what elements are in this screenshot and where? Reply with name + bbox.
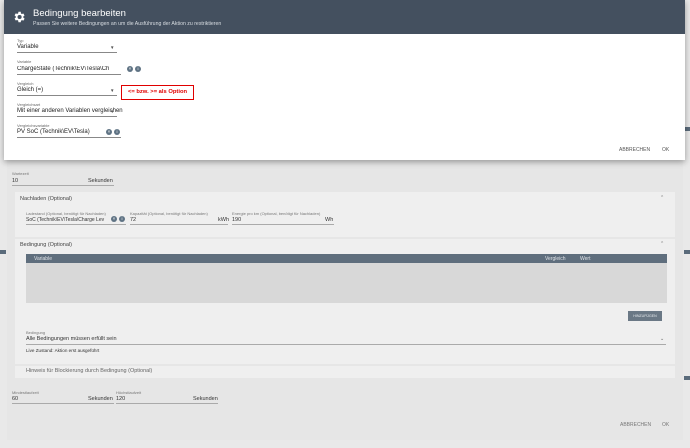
dialog-subtitle: Passen Sie weitere Bedingungen an um die… bbox=[33, 21, 222, 27]
energie-unit: Wh bbox=[325, 217, 334, 223]
kapazitaet-input[interactable]: 72 bbox=[130, 217, 136, 223]
wartezeit-label: Wartezeit bbox=[12, 171, 29, 176]
vergleichsvariable-input[interactable]: PV SoC (Technik\EV\Tesla) bbox=[17, 129, 90, 135]
variable-label: Variable bbox=[17, 59, 32, 64]
ok-button[interactable]: OK bbox=[662, 147, 669, 153]
clear-icon[interactable]: × bbox=[106, 129, 112, 135]
hoechstlaufzeit-label: Höchstlaufzeit bbox=[116, 390, 142, 395]
dropdown-caret-icon[interactable]: ▼ bbox=[110, 88, 114, 93]
bg-cancel-button[interactable]: ABBRECHEN bbox=[620, 422, 651, 428]
energie-underline bbox=[232, 224, 334, 225]
vergleich-underline bbox=[17, 95, 117, 96]
dropdown-caret-icon[interactable]: ▼ bbox=[110, 109, 114, 114]
hoechstlaufzeit-unit: Sekunden bbox=[193, 396, 218, 402]
wartezeit-unit: Sekunden bbox=[88, 178, 113, 184]
bedingung-select[interactable]: Alle Bedingungen müssen erfüllt sein bbox=[26, 336, 117, 342]
condition-table-header: Variable Vergleich Wert bbox=[26, 254, 667, 263]
info-icon[interactable]: i bbox=[135, 66, 141, 72]
clear-icon[interactable]: × bbox=[127, 66, 133, 72]
variable-underline bbox=[17, 74, 121, 75]
chevron-up-icon[interactable]: ⌃ bbox=[660, 241, 664, 247]
condition-table-body bbox=[26, 263, 667, 303]
typ-underline bbox=[17, 52, 117, 53]
nachladen-section bbox=[15, 192, 675, 237]
vergleichsvariable-underline bbox=[17, 137, 121, 138]
column-vergleich: Vergleich bbox=[545, 256, 566, 262]
dialog-header: Bedingung bearbeiten Passen Sie weitere … bbox=[4, 0, 685, 34]
wartezeit-input[interactable]: 10 bbox=[12, 178, 18, 184]
column-wert: Wert bbox=[580, 256, 591, 262]
hoechstlaufzeit-underline bbox=[116, 403, 218, 404]
dialog-title: Bedingung bearbeiten bbox=[33, 8, 126, 19]
mindestlaufzeit-unit: Sekunden bbox=[88, 396, 113, 402]
variable-input[interactable]: ChargeState (Technik\EV\Tesla\Ch bbox=[17, 66, 129, 72]
ladestand-input[interactable]: SoC (Technik\EV\Tesla\Charge Lev bbox=[26, 217, 104, 223]
annotation-callout: <= bzw. >= als Option bbox=[121, 85, 194, 100]
ladestand-underline bbox=[26, 224, 126, 225]
bedingung-title[interactable]: Bedingung (Optional) bbox=[20, 242, 72, 248]
kapazitaet-unit: kWh bbox=[218, 217, 229, 223]
kapazitaet-label: Kapazität (Optional, benötigt für Nachla… bbox=[130, 211, 208, 216]
ladestand-label: Ladestand (Optional, benötigt für Nachla… bbox=[26, 211, 106, 216]
mindestlaufzeit-input[interactable]: 60 bbox=[12, 396, 18, 402]
energie-label: Energie pro km (Optional, benötigt für N… bbox=[232, 211, 321, 216]
energie-input[interactable]: 190 bbox=[232, 217, 241, 223]
mindestlaufzeit-underline bbox=[12, 403, 114, 404]
live-status: Live Zustand: Aktion erst ausgeführt bbox=[26, 348, 100, 353]
gear-icon bbox=[14, 11, 25, 23]
vergleichsvariable-label: Vergleichsvariable bbox=[17, 123, 50, 128]
hoechstlaufzeit-input[interactable]: 120 bbox=[116, 396, 125, 402]
dropdown-caret-icon[interactable]: ▼ bbox=[110, 45, 114, 50]
bedingung-select-label: Bedingung bbox=[26, 330, 46, 335]
vergleichsart-label: Vergleichsart bbox=[17, 102, 41, 107]
bg-ok-button[interactable]: OK bbox=[662, 422, 669, 428]
chevron-down-icon[interactable]: ⌄ bbox=[660, 336, 664, 342]
column-variable: Variable bbox=[34, 256, 52, 262]
vergleich-select[interactable]: Gleich (=) bbox=[17, 87, 43, 93]
typ-label: Typ bbox=[17, 38, 24, 43]
vergleichsart-select[interactable]: Mit einer anderen Variablen vergleichen bbox=[17, 108, 123, 114]
add-condition-button[interactable]: HINZUFÜGEN bbox=[628, 311, 662, 321]
edge-marker bbox=[0, 250, 6, 254]
vergleichsart-underline bbox=[17, 116, 117, 117]
cancel-button[interactable]: ABBRECHEN bbox=[619, 147, 650, 153]
edge-marker bbox=[684, 376, 690, 380]
edge-marker bbox=[684, 250, 690, 254]
info-icon[interactable]: i bbox=[114, 129, 120, 135]
info-icon[interactable]: i bbox=[119, 216, 125, 222]
mindestlaufzeit-label: Mindestlaufzeit bbox=[12, 390, 39, 395]
clear-icon[interactable]: × bbox=[111, 216, 117, 222]
edit-condition-dialog: Bedingung bearbeiten Passen Sie weitere … bbox=[4, 0, 685, 160]
chevron-up-icon[interactable]: ⌃ bbox=[660, 195, 664, 201]
typ-select[interactable]: Variable bbox=[17, 44, 39, 50]
hinweis-input[interactable]: Hinweis für Blockierung durch Bedingung … bbox=[26, 368, 152, 374]
vergleich-label: Vergleich bbox=[17, 81, 34, 86]
nachladen-title[interactable]: Nachladen (Optional) bbox=[20, 196, 72, 202]
wartezeit-underline bbox=[12, 185, 114, 186]
kapazitaet-underline bbox=[130, 224, 228, 225]
bedingung-select-underline bbox=[26, 344, 666, 345]
